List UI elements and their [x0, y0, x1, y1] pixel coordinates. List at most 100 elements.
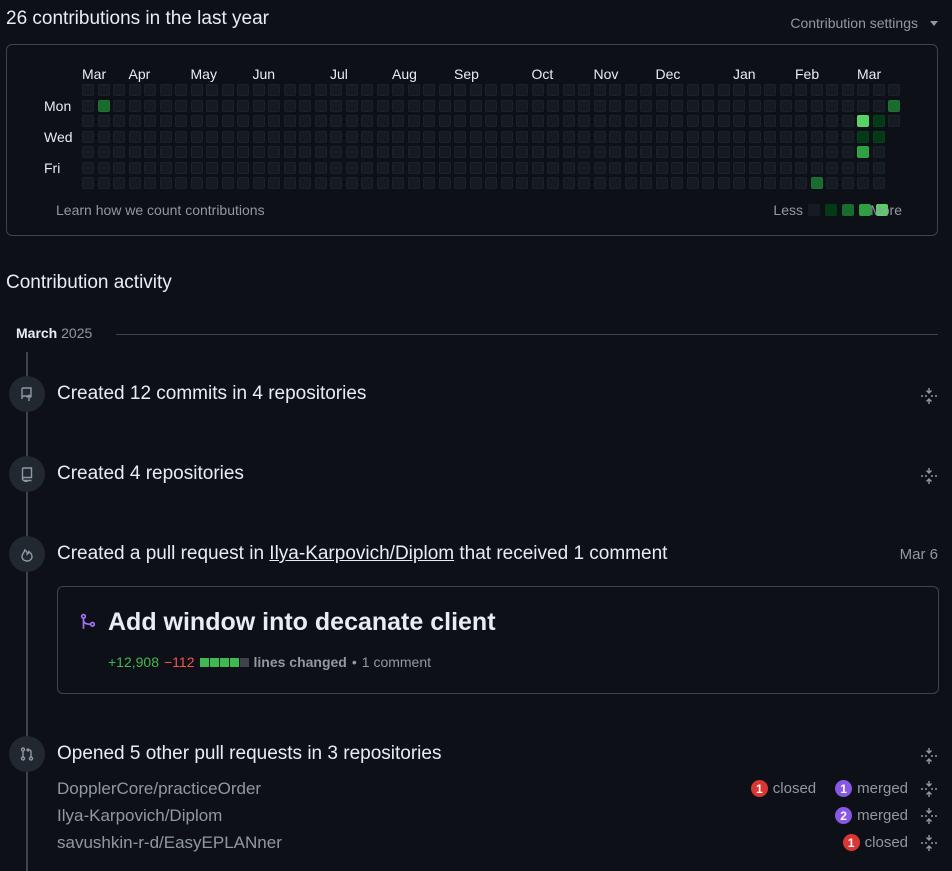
contribution-day-cell[interactable] [190, 177, 203, 189]
contribution-day-cell[interactable] [655, 99, 668, 112]
contribution-day-cell[interactable] [423, 146, 435, 158]
contribution-day-cell[interactable] [857, 99, 869, 112]
contribution-day-cell[interactable] [826, 99, 838, 112]
contribution-day-cell[interactable] [144, 115, 156, 127]
contribution-day-cell[interactable] [97, 161, 110, 174]
contribution-day-cell[interactable] [655, 84, 668, 96]
contribution-day-cell[interactable] [640, 146, 652, 158]
contribution-day-cell[interactable] [810, 161, 823, 174]
contribution-day-cell[interactable] [562, 130, 575, 143]
event-other-prs-title[interactable]: Opened 5 other pull requests in 3 reposi… [57, 743, 441, 765]
contribution-day-cell[interactable] [407, 130, 420, 143]
contribution-day-cell[interactable] [624, 99, 637, 112]
contribution-day-cell[interactable] [392, 115, 404, 127]
contribution-day-cell[interactable] [392, 84, 404, 96]
contribution-day-cell[interactable] [252, 115, 265, 127]
contribution-day-cell[interactable] [826, 146, 838, 158]
contribution-day-cell[interactable] [438, 115, 451, 127]
contribution-day-cell[interactable] [531, 177, 544, 189]
contribution-day-cell[interactable] [485, 99, 497, 112]
contribution-day-cell[interactable] [314, 177, 327, 189]
contribution-day-cell[interactable] [671, 177, 683, 189]
contribution-day-cell[interactable] [237, 99, 249, 112]
contribution-day-cell[interactable] [82, 99, 94, 112]
contribution-day-cell[interactable] [159, 130, 172, 143]
contribution-day-cell[interactable] [810, 146, 823, 158]
contribution-day-cell[interactable] [578, 161, 590, 174]
contribution-day-cell[interactable] [717, 130, 730, 143]
contribution-day-cell[interactable] [221, 177, 234, 189]
contribution-day-cell[interactable] [810, 115, 823, 127]
contribution-day-cell[interactable] [82, 161, 94, 174]
contribution-day-cell[interactable] [779, 146, 792, 158]
contribution-day-cell[interactable] [159, 146, 172, 158]
contribution-day-cell[interactable] [872, 146, 885, 158]
contribution-day-cell[interactable] [438, 161, 451, 174]
contribution-day-cell[interactable] [345, 99, 358, 112]
contribution-day-cell[interactable] [702, 115, 714, 127]
contribution-day-cell[interactable] [268, 99, 280, 112]
contribution-day-cell[interactable] [578, 146, 590, 158]
contribution-day-cell[interactable] [407, 84, 420, 96]
contribution-day-cell[interactable] [144, 146, 156, 158]
contribution-day-cell[interactable] [454, 177, 466, 189]
contribution-day-cell[interactable] [686, 115, 699, 127]
contribution-day-cell[interactable] [485, 177, 497, 189]
contribution-day-cell[interactable] [516, 161, 528, 174]
contribution-day-cell[interactable] [516, 130, 528, 143]
contribution-day-cell[interactable] [423, 130, 435, 143]
contribution-day-cell[interactable] [841, 84, 854, 96]
contribution-day-cell[interactable] [516, 177, 528, 189]
contribution-day-cell[interactable] [423, 177, 435, 189]
contribution-day-cell[interactable] [748, 161, 761, 174]
contribution-day-cell[interactable] [593, 161, 606, 174]
fold-icon[interactable] [919, 746, 939, 766]
contribution-day-cell[interactable] [128, 146, 141, 158]
contribution-day-cell[interactable] [686, 99, 699, 112]
contribution-day-cell[interactable] [733, 161, 745, 174]
contribution-day-cell[interactable] [841, 115, 854, 127]
contribution-day-cell[interactable] [733, 146, 745, 158]
contribution-day-cell[interactable] [237, 130, 249, 143]
contribution-day-cell[interactable] [624, 177, 637, 189]
contribution-day-cell[interactable] [237, 115, 249, 127]
contribution-day-cell[interactable] [733, 99, 745, 112]
contribution-day-cell[interactable] [206, 115, 218, 127]
contribution-day-cell[interactable] [190, 99, 203, 112]
contribution-day-cell[interactable] [330, 177, 342, 189]
contribution-day-cell[interactable] [857, 84, 869, 96]
contribution-day-cell[interactable] [547, 130, 559, 143]
contribution-day-cell[interactable] [299, 99, 311, 112]
contribution-day-cell[interactable] [516, 99, 528, 112]
contribution-day-cell[interactable] [407, 146, 420, 158]
contribution-day-cell[interactable] [175, 146, 187, 158]
contribution-day-cell[interactable] [175, 130, 187, 143]
contribution-day-cell[interactable] [686, 177, 699, 189]
contribution-day-cell[interactable] [578, 130, 590, 143]
contribution-day-cell[interactable] [500, 161, 513, 174]
contribution-day-cell[interactable] [299, 161, 311, 174]
contribution-day-cell[interactable] [562, 115, 575, 127]
contribution-day-cell[interactable] [857, 130, 869, 143]
contribution-day-cell[interactable] [531, 99, 544, 112]
contribution-day-cell[interactable] [221, 130, 234, 143]
contribution-day-cell[interactable] [531, 161, 544, 174]
contribution-day-cell[interactable] [841, 146, 854, 158]
contribution-day-cell[interactable] [113, 115, 125, 127]
contribution-day-cell[interactable] [857, 177, 869, 189]
contribution-day-cell[interactable] [190, 115, 203, 127]
contribution-day-cell[interactable] [252, 177, 265, 189]
contribution-day-cell[interactable] [237, 146, 249, 158]
contribution-day-cell[interactable] [299, 146, 311, 158]
contribution-day-cell[interactable] [299, 177, 311, 189]
fold-icon[interactable] [919, 386, 939, 406]
contribution-day-cell[interactable] [779, 130, 792, 143]
contribution-day-cell[interactable] [330, 115, 342, 127]
contribution-day-cell[interactable] [283, 130, 296, 143]
contribution-day-cell[interactable] [826, 84, 838, 96]
contribution-day-cell[interactable] [283, 115, 296, 127]
contribution-day-cell[interactable] [128, 130, 141, 143]
event-repositories-title[interactable]: Created 4 repositories [57, 463, 244, 485]
contribution-day-cell[interactable] [872, 161, 885, 174]
contribution-day-cell[interactable] [206, 146, 218, 158]
